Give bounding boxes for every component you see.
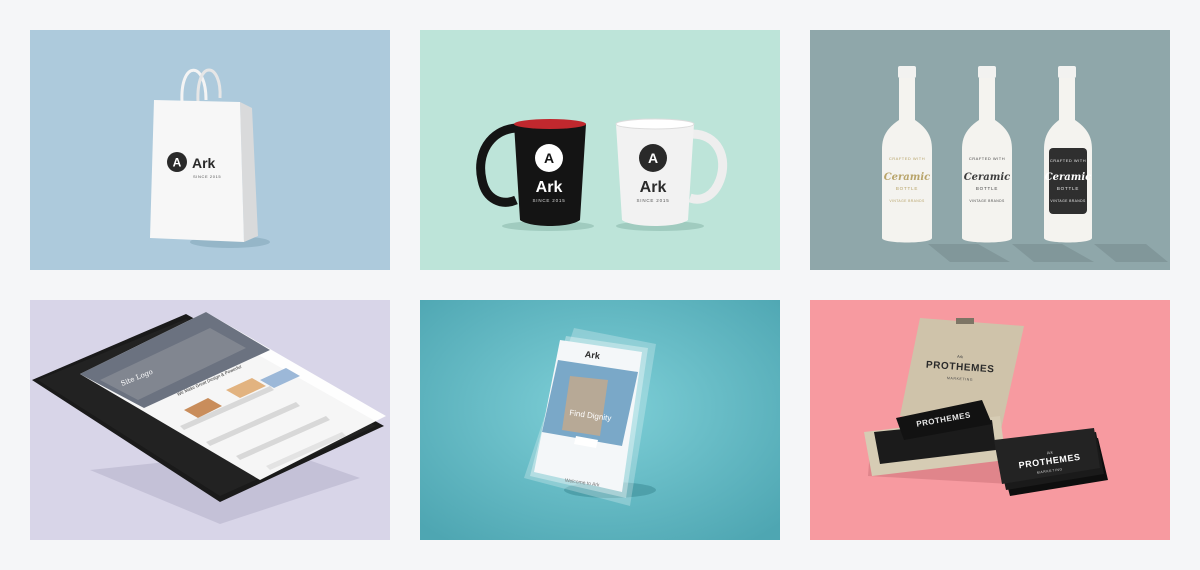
mugs-image: A Ark SINCE 2015 A Ark SINCE 2015	[420, 30, 780, 270]
card-small-text: Ark	[1046, 450, 1053, 456]
black-mug-brand: Ark	[536, 179, 563, 196]
bag-logo-letter: A	[173, 156, 182, 170]
black-mug-tagline: SINCE 2015	[532, 198, 565, 203]
white-mug-tagline: SINCE 2015	[636, 198, 669, 203]
business-cards-image: Ark PROTHEMES MARKETING PROTHEMES Ark PR…	[810, 300, 1170, 540]
bottle-2-label-sub: BOTTLE	[976, 186, 998, 191]
bottle-3-label-main: Ceramic	[1045, 172, 1092, 183]
lid-small-text: Ark	[957, 354, 963, 359]
tablet-image: Site Logo We Make Great Design & Powerfu…	[30, 300, 390, 540]
phone-image: Ark Find Dignity Welcome to Ark	[420, 300, 780, 540]
portfolio-item-business-cards[interactable]: Ark PROTHEMES MARKETING PROTHEMES Ark PR…	[810, 300, 1170, 540]
portfolio-grid: A Ark SINCE 2015 A Ark SINCE 2015 A Ark …	[0, 0, 1200, 570]
bottle-2-label-main: Ceramic	[964, 172, 1011, 183]
portfolio-item-phone[interactable]: Ark Find Dignity Welcome to Ark	[420, 300, 780, 540]
bottle-2-label-bottom: VINTAGE BRANDS	[969, 199, 1005, 203]
bag-tagline: SINCE 2015	[193, 174, 221, 179]
portfolio-item-tablet[interactable]: Site Logo We Make Great Design & Powerfu…	[30, 300, 390, 540]
bottle-3-label-top: CRAFTED WITH	[1050, 158, 1086, 163]
white-mug-logo-letter: A	[648, 150, 658, 166]
bottle-2-label-top: CRAFTED WITH	[969, 156, 1005, 161]
bottle-1-label-sub: BOTTLE	[896, 186, 918, 191]
bottle-3-label-bottom: VINTAGE BRANDS	[1050, 199, 1086, 203]
bottles-image: CRAFTED WITH Ceramic BOTTLE VINTAGE BRAN…	[810, 30, 1170, 270]
portfolio-item-bottles[interactable]: CRAFTED WITH Ceramic BOTTLE VINTAGE BRAN…	[810, 30, 1170, 270]
bag-brand-text: Ark	[192, 155, 216, 171]
portfolio-item-mugs[interactable]: A Ark SINCE 2015 A Ark SINCE 2015	[420, 30, 780, 270]
portfolio-item-shopping-bag[interactable]: A Ark SINCE 2015	[30, 30, 390, 270]
bottle-1-label-main: Ceramic	[884, 172, 931, 183]
bottle-1-label-bottom: VINTAGE BRANDS	[889, 199, 925, 203]
bottle-3-label-sub: BOTTLE	[1057, 186, 1079, 191]
bottle-1-label-top: CRAFTED WITH	[889, 156, 925, 161]
white-mug-brand: Ark	[640, 179, 667, 196]
shopping-bag-image: A Ark SINCE 2015	[30, 30, 390, 270]
black-mug-logo-letter: A	[544, 150, 554, 166]
